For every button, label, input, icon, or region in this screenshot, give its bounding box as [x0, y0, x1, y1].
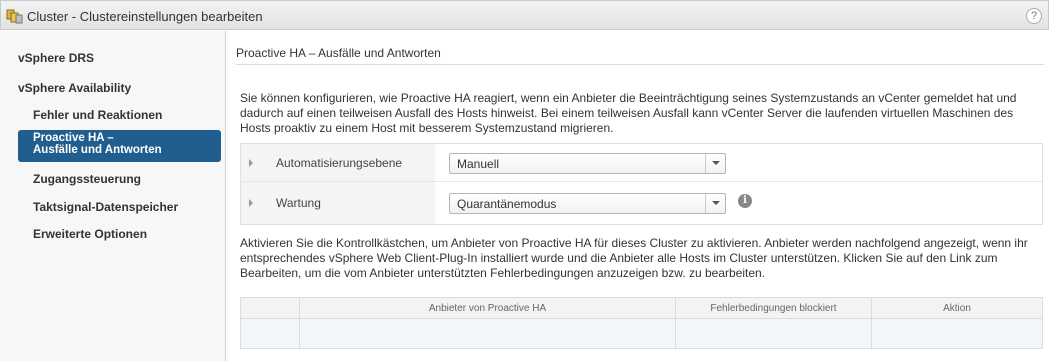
- select-value: Quarantänemodus: [457, 197, 557, 211]
- chevron-down-icon[interactable]: [705, 194, 725, 213]
- settings-stack: Automatisierungsebene Manuell Wartung Qu…: [240, 143, 1043, 225]
- sidebar-item-erweiterte-optionen[interactable]: Erweiterte Optionen: [33, 227, 147, 241]
- help-icon[interactable]: ?: [1026, 8, 1042, 24]
- chevron-down-icon[interactable]: [705, 154, 725, 173]
- section-description: Sie können konfigurieren, wie Proactive …: [240, 91, 1017, 135]
- column-header-aktion[interactable]: Aktion: [872, 303, 1042, 314]
- sidebar-item-fehler-und-reaktionen[interactable]: Fehler und Reaktionen: [33, 108, 162, 122]
- sidebar-item-label-line1: Proactive HA –: [33, 132, 114, 144]
- setting-row-automatisierungsebene: Automatisierungsebene Manuell: [241, 144, 1042, 182]
- table-body: [241, 319, 1042, 348]
- cluster-icon: [6, 8, 24, 24]
- dialog-titlebar: Cluster - Clustereinstellungen bearbeite…: [0, 0, 1049, 30]
- info-icon[interactable]: i: [738, 194, 752, 208]
- sidebar-item-label-line2: Ausfälle und Antworten: [33, 144, 162, 156]
- column-header-anbieter[interactable]: Anbieter von Proactive HA: [300, 303, 675, 314]
- sidebar-item-taktsignal-datenspeicher[interactable]: Taktsignal-Datenspeicher: [33, 200, 178, 214]
- setting-label: Automatisierungsebene: [276, 156, 403, 170]
- column-header-fehlerbedingungen[interactable]: Fehlerbedingungen blockiert: [676, 303, 871, 314]
- expand-arrow-icon[interactable]: [249, 199, 253, 207]
- settings-sidebar: vSphere DRS vSphere Availability Fehler …: [0, 31, 226, 361]
- sidebar-item-proactive-ha[interactable]: Proactive HA – Ausfälle und Antworten: [18, 130, 221, 162]
- wartung-select[interactable]: Quarantänemodus: [449, 193, 726, 214]
- section-title: Proactive HA – Ausfälle und Antworten: [236, 46, 1044, 65]
- dialog-title: Cluster - Clustereinstellungen bearbeite…: [27, 9, 263, 24]
- expand-arrow-icon[interactable]: [249, 159, 253, 167]
- sidebar-item-vsphere-availability[interactable]: vSphere Availability: [18, 81, 131, 95]
- setting-label: Wartung: [276, 196, 321, 210]
- automatisierungsebene-select[interactable]: Manuell: [449, 153, 726, 174]
- main-content: Proactive HA – Ausfälle und Antworten Si…: [227, 31, 1049, 361]
- setting-row-wartung: Wartung Quarantänemodus i: [241, 182, 1042, 224]
- providers-instructions: Aktivieren Sie die Kontrollkästchen, um …: [240, 236, 1028, 280]
- providers-table: Anbieter von Proactive HA Fehlerbedingun…: [240, 297, 1043, 349]
- sidebar-item-zugangssteuerung[interactable]: Zugangssteuerung: [33, 172, 141, 186]
- select-value: Manuell: [457, 157, 500, 171]
- sidebar-item-vsphere-drs[interactable]: vSphere DRS: [18, 51, 94, 65]
